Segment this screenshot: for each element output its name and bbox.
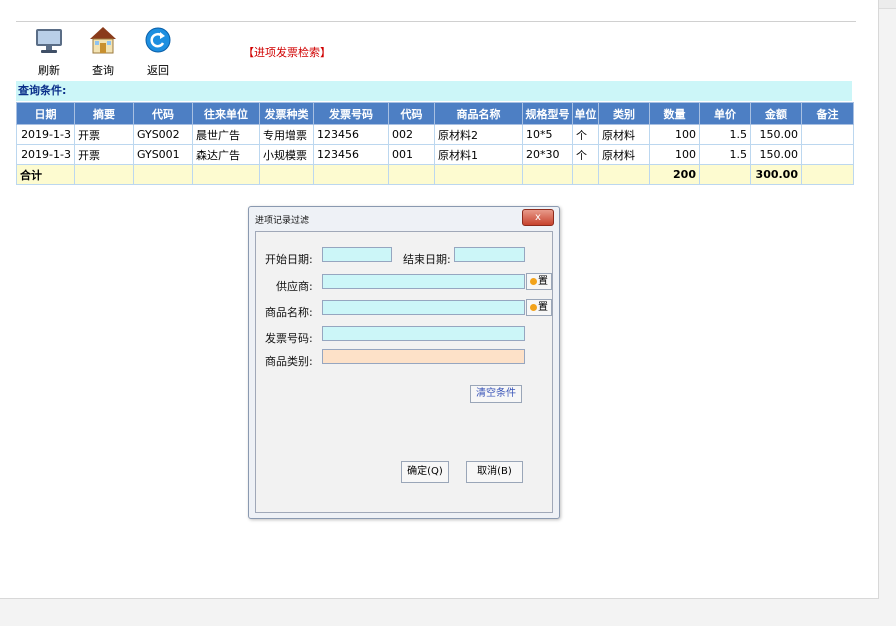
header-summary[interactable]: 摘要 bbox=[74, 102, 134, 125]
clear-conditions-button[interactable]: 清空条件 bbox=[470, 385, 522, 403]
cell-quantity: 100 bbox=[649, 144, 700, 165]
cell-spec: 20*30 bbox=[522, 144, 573, 165]
header-price[interactable]: 单价 bbox=[699, 102, 751, 125]
header-spec[interactable]: 规格型号 bbox=[522, 102, 573, 125]
cell-price: 1.5 bbox=[699, 144, 751, 165]
cell-spec: 10*5 bbox=[522, 124, 573, 145]
product-name-input[interactable] bbox=[322, 300, 525, 315]
table-row[interactable]: 2019-1-3 开票 GYS002 晨世广告 专用增票 123456 002 … bbox=[16, 124, 854, 145]
header-product-code[interactable]: 代码 bbox=[388, 102, 435, 125]
invoice-number-label: 发票号码: bbox=[265, 332, 313, 345]
cell-code: GYS002 bbox=[133, 124, 193, 145]
header-date[interactable]: 日期 bbox=[16, 102, 75, 125]
cell-unit: 个 bbox=[572, 144, 599, 165]
close-button[interactable]: x bbox=[522, 209, 554, 226]
supplier-set-button[interactable]: 置 bbox=[526, 273, 552, 290]
product-set-button[interactable]: 置 bbox=[526, 299, 552, 316]
supplier-label: 供应商: bbox=[276, 280, 313, 293]
cell-date: 2019-1-3 bbox=[16, 144, 75, 165]
refresh-button[interactable]: 刷新 bbox=[29, 26, 69, 78]
invoice-number-input[interactable] bbox=[322, 326, 525, 341]
cell-category: 原材料 bbox=[598, 124, 650, 145]
header-product-name[interactable]: 商品名称 bbox=[434, 102, 523, 125]
cell-partner: 森达广告 bbox=[192, 144, 260, 165]
refresh-label: 刷新 bbox=[38, 64, 60, 77]
hand-icon bbox=[530, 304, 537, 311]
query-label: 查询 bbox=[92, 64, 114, 77]
table-row[interactable]: 2019-1-3 开票 GYS001 森达广告 小规模票 123456 001 … bbox=[16, 144, 854, 165]
cell-remark bbox=[801, 144, 854, 165]
module-title: 【进项发票检索】 bbox=[243, 46, 331, 59]
header-invoice-type[interactable]: 发票种类 bbox=[259, 102, 314, 125]
cancel-button[interactable]: 取消(B) bbox=[466, 461, 523, 483]
filter-dialog: 进项记录过滤 x 开始日期: 结束日期: 供应商: 置 商品名称: 置 发票号码… bbox=[248, 206, 560, 519]
back-label: 返回 bbox=[147, 64, 169, 77]
cell-code: GYS001 bbox=[133, 144, 193, 165]
dialog-title: 进项记录过滤 bbox=[255, 216, 310, 226]
header-code[interactable]: 代码 bbox=[133, 102, 193, 125]
home-icon bbox=[89, 26, 117, 56]
cell-product-code: 001 bbox=[388, 144, 435, 165]
cell-unit: 个 bbox=[572, 124, 599, 145]
total-quantity: 200 bbox=[649, 164, 700, 185]
cell-summary: 开票 bbox=[74, 124, 134, 145]
product-name-label: 商品名称: bbox=[265, 306, 313, 319]
cell-invoice-number: 123456 bbox=[313, 124, 389, 145]
cell-product-name: 原材料1 bbox=[434, 144, 523, 165]
header-partner[interactable]: 往来单位 bbox=[192, 102, 260, 125]
total-amount: 300.00 bbox=[750, 164, 802, 185]
start-date-input[interactable] bbox=[322, 247, 392, 262]
cell-remark bbox=[801, 124, 854, 145]
header-quantity[interactable]: 数量 bbox=[649, 102, 700, 125]
divider bbox=[16, 21, 856, 22]
total-label: 合计 bbox=[16, 164, 75, 185]
hand-icon bbox=[530, 278, 537, 285]
cell-amount: 150.00 bbox=[750, 144, 802, 165]
cell-category: 原材料 bbox=[598, 144, 650, 165]
cell-product-name: 原材料2 bbox=[434, 124, 523, 145]
category-input[interactable] bbox=[322, 349, 525, 364]
category-label: 商品类别: bbox=[265, 355, 313, 368]
cell-price: 1.5 bbox=[699, 124, 751, 145]
query-button[interactable]: 查询 bbox=[83, 26, 123, 78]
main-page: 刷新 查询 返回 【进项发票检索】 查询条件: 日期 摘要 代码 往来单位 发票… bbox=[0, 0, 879, 599]
header-amount[interactable]: 金额 bbox=[750, 102, 802, 125]
cell-partner: 晨世广告 bbox=[192, 124, 260, 145]
end-date-input[interactable] bbox=[454, 247, 525, 262]
cell-product-code: 002 bbox=[388, 124, 435, 145]
end-date-label: 结束日期: bbox=[403, 253, 451, 266]
cell-invoice-type: 专用增票 bbox=[259, 124, 314, 145]
header-category[interactable]: 类别 bbox=[598, 102, 650, 125]
back-arrow-icon bbox=[144, 26, 172, 56]
header-invoice-number[interactable]: 发票号码 bbox=[313, 102, 389, 125]
invoice-table: 日期 摘要 代码 往来单位 发票种类 发票号码 代码 商品名称 规格型号 单位 … bbox=[16, 102, 854, 185]
table-header-row: 日期 摘要 代码 往来单位 发票种类 发票号码 代码 商品名称 规格型号 单位 … bbox=[16, 102, 854, 125]
cell-amount: 150.00 bbox=[750, 124, 802, 145]
monitor-icon bbox=[35, 26, 63, 56]
start-date-label: 开始日期: bbox=[265, 253, 313, 266]
total-row: 合计 200 300.00 bbox=[16, 164, 854, 185]
header-unit[interactable]: 单位 bbox=[572, 102, 599, 125]
cell-invoice-number: 123456 bbox=[313, 144, 389, 165]
ok-button[interactable]: 确定(Q) bbox=[401, 461, 449, 483]
cell-quantity: 100 bbox=[649, 124, 700, 145]
query-conditions-bar: 查询条件: bbox=[16, 81, 852, 101]
header-remark[interactable]: 备注 bbox=[801, 102, 854, 125]
back-button[interactable]: 返回 bbox=[138, 26, 178, 78]
supplier-input[interactable] bbox=[322, 274, 525, 289]
cell-date: 2019-1-3 bbox=[16, 124, 75, 145]
cell-summary: 开票 bbox=[74, 144, 134, 165]
cell-invoice-type: 小规模票 bbox=[259, 144, 314, 165]
dialog-body: 开始日期: 结束日期: 供应商: 置 商品名称: 置 发票号码: 商品类别: 清… bbox=[255, 231, 553, 513]
